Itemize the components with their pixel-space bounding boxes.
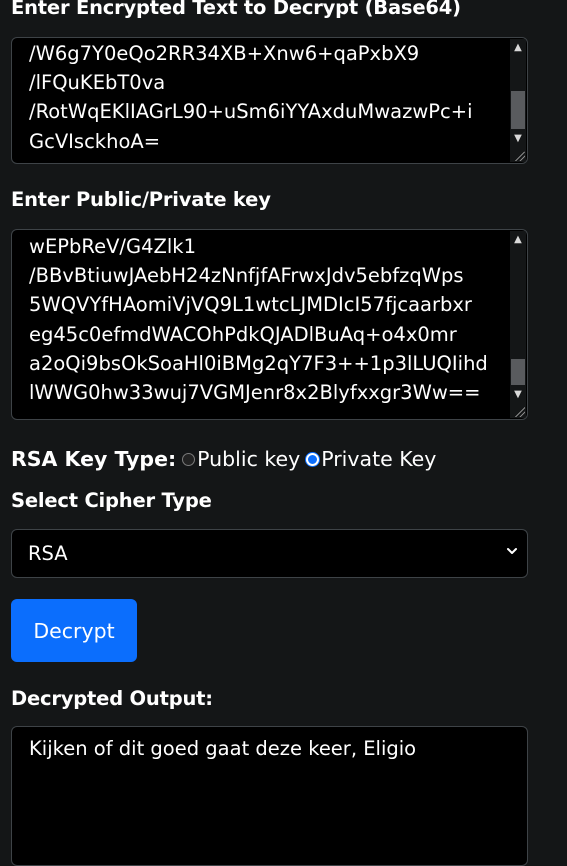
decrypted-output-value: Kijken of dit goed gaat deze keer, Eligi… — [29, 737, 417, 760]
scroll-up-arrow-icon[interactable]: ▲ — [510, 231, 526, 247]
scroll-up-arrow-icon[interactable]: ▲ — [510, 39, 526, 55]
radio-public-key[interactable]: Public key — [182, 447, 300, 471]
radio-public-key-label[interactable]: Public key — [197, 447, 300, 471]
radio-private-key-label[interactable]: Private Key — [321, 447, 436, 471]
resize-grip-icon[interactable] — [515, 407, 525, 417]
decrypted-output-field[interactable]: Kijken of dit goed gaat deze keer, Eligi… — [11, 726, 528, 866]
key-scrollbar[interactable]: ▲ ▼ — [510, 231, 526, 418]
encrypted-text-value: /W6g7Y0eQo2RR34XB+Xnw6+qaPxbX9 /lFQuKEbT… — [29, 42, 473, 153]
page-scrollbar[interactable] — [555, 0, 567, 848]
cipher-type-select[interactable]: RSA — [11, 529, 528, 578]
scrollbar-thumb[interactable] — [511, 91, 525, 129]
scrollbar-thumb[interactable] — [511, 359, 525, 385]
key-label: Enter Public/Private key — [11, 188, 271, 211]
rsa-key-type-group: RSA Key Type: Public key Private Key — [11, 444, 442, 474]
cipher-type-label: Select Cipher Type — [11, 489, 212, 512]
decrypted-output-label: Decrypted Output: — [11, 687, 213, 710]
cipher-type-value: RSA — [28, 542, 68, 565]
resize-grip-icon[interactable] — [515, 151, 525, 161]
encrypted-text-label: Enter Encrypted Text to Decrypt (Base64) — [11, 0, 461, 19]
scroll-down-arrow-icon[interactable]: ▼ — [510, 130, 526, 146]
key-input[interactable]: wEPbReV/G4Zlk1 /BBvBtiuwJAebH24zNnfjfAFr… — [11, 229, 528, 420]
radio-private-key[interactable]: Private Key — [306, 447, 436, 471]
radio-private-key-button[interactable] — [306, 452, 320, 466]
scroll-down-arrow-icon[interactable]: ▼ — [510, 386, 526, 402]
encrypted-text-input[interactable]: /W6g7Y0eQo2RR34XB+Xnw6+qaPxbX9 /lFQuKEbT… — [11, 37, 528, 164]
encrypted-text-scrollbar[interactable]: ▲ ▼ — [510, 39, 526, 162]
radio-public-key-button[interactable] — [182, 452, 196, 466]
decrypt-button[interactable]: Decrypt — [11, 599, 137, 662]
key-value: wEPbReV/G4Zlk1 /BBvBtiuwJAebH24zNnfjfAFr… — [29, 235, 488, 405]
chevron-down-icon — [507, 548, 517, 554]
rsa-key-type-label: RSA Key Type: — [11, 447, 177, 471]
